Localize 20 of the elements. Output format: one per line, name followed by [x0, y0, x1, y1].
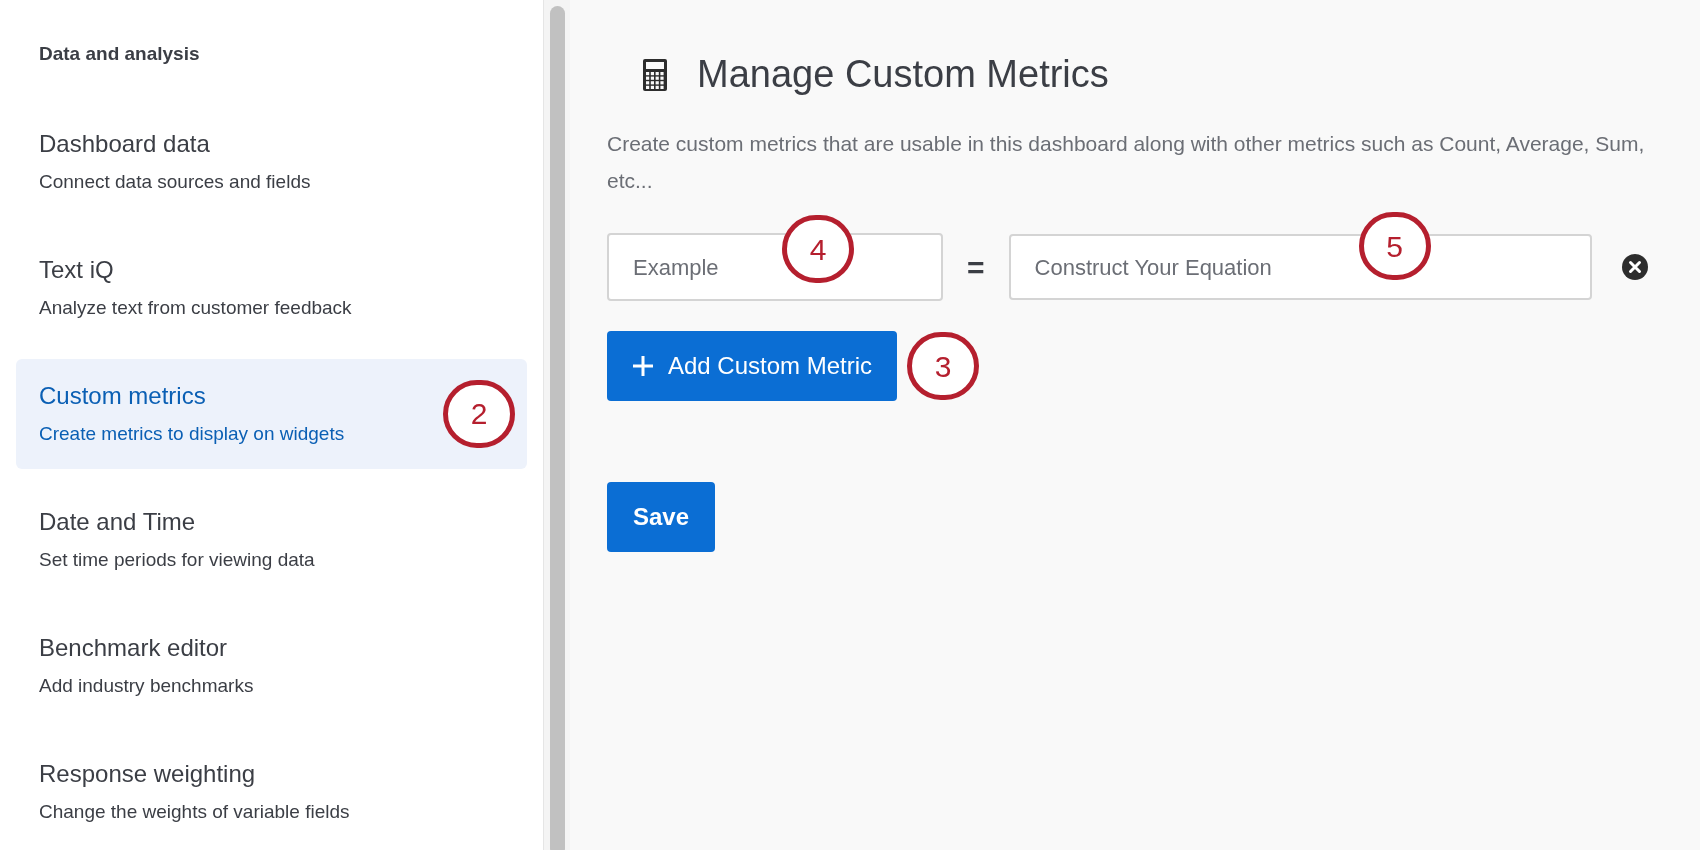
item-subtitle: Add industry benchmarks — [39, 674, 254, 699]
item-title: Date and Time — [39, 507, 196, 538]
item-subtitle: Create metrics to display on widgets — [39, 422, 345, 447]
item-title: Benchmark editor — [39, 633, 228, 664]
step-callout-tooltip: 5 — [1358, 212, 1431, 280]
equals-sign: = — [967, 249, 985, 286]
page-title: Manage Custom Metrics — [697, 52, 1109, 97]
item-subtitle: Set time periods for viewing data — [39, 548, 315, 573]
step-callout-tooltip: 3 — [907, 332, 980, 400]
item-title: Dashboard data — [39, 129, 210, 160]
item-subtitle: Analyze text from customer feedback — [39, 296, 352, 321]
step-callout-tooltip: 4 — [782, 215, 854, 283]
step-callout-tooltip: 2 — [443, 379, 515, 448]
sidebar-heading: Data and analysis — [39, 42, 201, 66]
item-subtitle: Connect data sources and fields — [39, 170, 311, 195]
item-subtitle: Change the weights of variable fields — [39, 800, 350, 825]
page-description: Create custom metrics that are usable in this dashboard along with other metrics such as Count, Average, Sum, etc... — [607, 131, 1646, 194]
item-title: Text iQ — [39, 255, 114, 286]
item-title: Custom metrics — [39, 381, 206, 412]
item-title: Response weighting — [39, 759, 256, 790]
